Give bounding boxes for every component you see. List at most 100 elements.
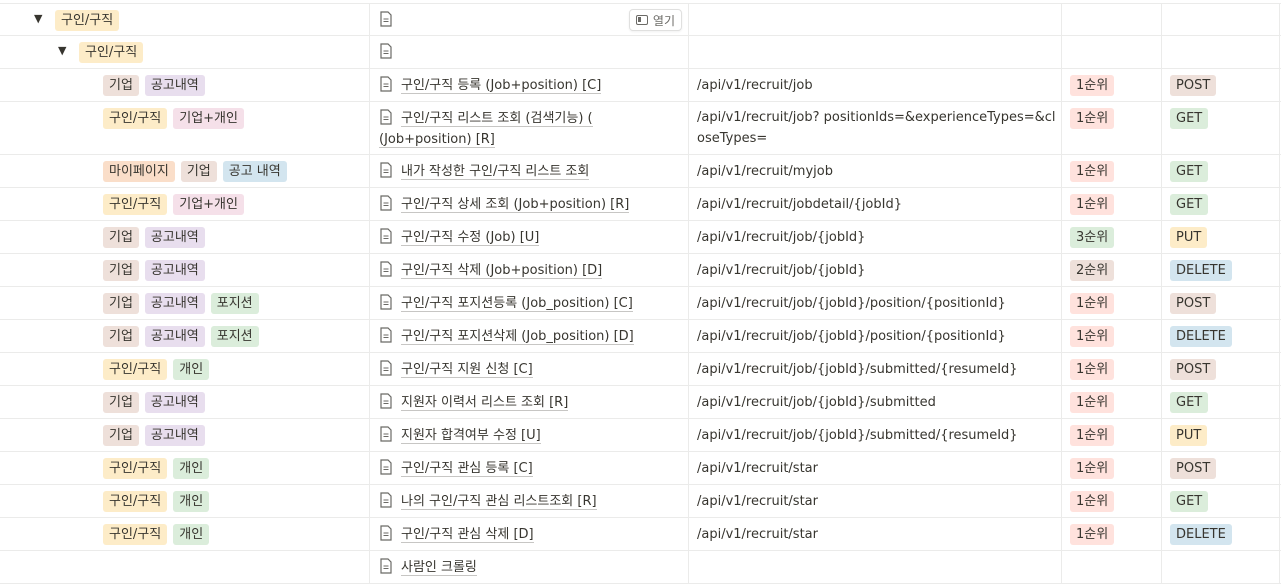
url-cell[interactable]: /api/v1/recruit/job/{jobId}/position/{po… (689, 320, 1062, 352)
page-title-link[interactable]: 구인/구직 등록 (Job+position) [C] (401, 75, 683, 96)
table-row[interactable]: 기업 공고내역 포지션 구인/구직 포지션삭제 (Job_position) [D] /… (0, 320, 1281, 353)
method-cell[interactable]: PUT (1162, 221, 1280, 253)
category-tag[interactable]: 포지션 (210, 293, 259, 314)
table-row[interactable]: 사람인 크롤링 (0, 551, 1281, 584)
group-row-sub[interactable]: ▼ 구인/구직 (0, 36, 1281, 69)
method-badge[interactable]: DELETE (1170, 524, 1232, 545)
table-row[interactable]: 기업 공고내역 지원자 이력서 리스트 조회 [R] /api/v1/recruit/… (0, 386, 1281, 419)
category-tag[interactable]: 공고내역 (144, 293, 205, 314)
toggle-down-icon[interactable]: ▼ (34, 12, 42, 25)
tags-cell[interactable]: 구인/구직 개인 (0, 518, 370, 550)
table-row[interactable]: 구인/구직 개인 나의 구인/구직 관심 리스트조회 [R] /api/v1/recr… (0, 485, 1281, 518)
method-cell[interactable]: POST (1162, 452, 1280, 484)
tags-cell[interactable]: 구인/구직 개인 (0, 353, 370, 385)
table-row[interactable]: 기업 공고내역 지원자 합격여부 수정 [U] /api/v1/recruit/job… (0, 419, 1281, 452)
method-cell[interactable]: DELETE (1162, 320, 1280, 352)
table-row[interactable]: 구인/구직 개인 구인/구직 관심 삭제 [D] /api/v1/recruit/st… (0, 518, 1281, 551)
url-cell[interactable]: /api/v1/recruit/job/{jobId} (689, 254, 1062, 286)
title-cell[interactable]: 구인/구직 관심 등록 [C] (370, 452, 689, 484)
category-tag[interactable]: 기업 (180, 161, 217, 182)
title-cell[interactable]: 구인/구직 포지션삭제 (Job_position) [D] (370, 320, 689, 352)
tags-cell[interactable]: 구인/구직 기업+개인 (0, 188, 370, 220)
tags-cell[interactable]: 기업 공고내역 (0, 221, 370, 253)
page-title-link[interactable]: 지원자 합격여부 수정 [U] (401, 425, 683, 446)
category-tag[interactable]: 기업 (103, 293, 139, 314)
method-badge[interactable]: DELETE (1170, 260, 1232, 281)
url-cell[interactable]: /api/v1/recruit/job/{jobId}/submitted/{r… (689, 353, 1062, 385)
page-title-link[interactable]: 구인/구직 관심 삭제 [D] (401, 524, 683, 545)
url-cell[interactable]: /api/v1/recruit/star (689, 485, 1062, 517)
priority-cell[interactable]: 1순위 (1062, 452, 1162, 484)
method-cell[interactable] (1162, 36, 1280, 68)
method-badge[interactable]: POST (1170, 75, 1217, 96)
category-tag[interactable]: 공고내역 (144, 227, 205, 248)
table-row[interactable]: 구인/구직 기업+개인 구인/구직 상세 조회 (Job+position) [R]… (0, 188, 1281, 221)
category-tag[interactable]: 구인/구직 (103, 524, 168, 545)
category-tag[interactable]: 구인/구직 (103, 194, 168, 215)
tags-cell[interactable]: 마이페이지 기업 공고 내역 (0, 155, 370, 187)
method-badge[interactable]: GET (1170, 392, 1209, 413)
method-cell[interactable] (1162, 551, 1280, 583)
priority-badge[interactable]: 1순위 (1070, 194, 1115, 215)
url-cell[interactable] (689, 551, 1062, 583)
method-badge[interactable]: PUT (1170, 227, 1208, 248)
category-tag[interactable]: 공고내역 (144, 392, 205, 413)
url-cell[interactable]: /api/v1/recruit/job? positionIds=&experi… (689, 102, 1062, 154)
table-row[interactable]: 구인/구직 개인 구인/구직 관심 등록 [C] /api/v1/recruit/st… (0, 452, 1281, 485)
priority-badge[interactable]: 1순위 (1070, 293, 1115, 314)
page-title-link[interactable]: 구인/구직 포지션삭제 (Job_position) [D] (401, 326, 683, 347)
tags-cell[interactable]: 기업 공고내역 포지션 (0, 320, 370, 352)
method-badge[interactable]: DELETE (1170, 326, 1232, 347)
method-badge[interactable]: PUT (1170, 425, 1208, 446)
title-cell[interactable]: 구인/구직 리스트 조회 (검색기능) ( (Job+position) [R] (370, 102, 689, 154)
method-badge[interactable]: POST (1170, 293, 1217, 314)
url-cell[interactable] (689, 4, 1062, 35)
tags-cell[interactable]: 구인/구직 개인 (0, 452, 370, 484)
method-cell[interactable]: DELETE (1162, 518, 1280, 550)
page-title-link[interactable]: 구인/구직 삭제 (Job+position) [D] (401, 260, 683, 281)
priority-cell[interactable]: 3순위 (1062, 221, 1162, 253)
table-row[interactable]: 구인/구직 개인 구인/구직 지원 신청 [C] /api/v1/recruit/jo… (0, 353, 1281, 386)
priority-badge[interactable]: 1순위 (1070, 458, 1115, 479)
category-tag[interactable]: 구인/구직 (103, 458, 168, 479)
url-cell[interactable]: /api/v1/recruit/job (689, 69, 1062, 101)
category-tag[interactable]: 기업+개인 (173, 194, 244, 215)
url-cell[interactable]: /api/v1/recruit/myjob (689, 155, 1062, 187)
method-cell[interactable]: DELETE (1162, 254, 1280, 286)
method-cell[interactable]: GET (1162, 386, 1280, 418)
category-tag[interactable]: 구인/구직 (103, 359, 168, 380)
title-cell[interactable]: 구인/구직 상세 조회 (Job+position) [R] (370, 188, 689, 220)
title-cell[interactable]: 지원자 이력서 리스트 조회 [R] (370, 386, 689, 418)
category-tag[interactable]: 기업 (103, 392, 139, 413)
priority-cell[interactable] (1062, 4, 1162, 35)
category-tag[interactable]: 포지션 (210, 326, 259, 347)
tags-cell[interactable]: 구인/구직 기업+개인 (0, 102, 370, 154)
priority-cell[interactable]: 1순위 (1062, 69, 1162, 101)
category-tag[interactable]: 기업 (103, 260, 139, 281)
method-badge[interactable]: GET (1170, 161, 1209, 182)
title-cell[interactable]: 구인/구직 관심 삭제 [D] (370, 518, 689, 550)
method-badge[interactable]: GET (1170, 194, 1209, 215)
priority-badge[interactable]: 1순위 (1070, 491, 1115, 512)
category-tag[interactable]: 개인 (173, 359, 210, 380)
priority-cell[interactable]: 2순위 (1062, 254, 1162, 286)
priority-cell[interactable] (1062, 551, 1162, 583)
url-cell[interactable]: /api/v1/recruit/jobdetail/{jobId} (689, 188, 1062, 220)
category-tag[interactable]: 공고 내역 (222, 161, 287, 182)
method-cell[interactable]: GET (1162, 188, 1280, 220)
tags-cell[interactable]: 기업 공고내역 (0, 254, 370, 286)
priority-badge[interactable]: 3순위 (1070, 227, 1115, 248)
priority-badge[interactable]: 1순위 (1070, 108, 1115, 129)
title-cell[interactable]: 구인/구직 포지션등록 (Job_position) [C] (370, 287, 689, 319)
priority-cell[interactable]: 1순위 (1062, 353, 1162, 385)
category-tag[interactable]: 기업 (103, 75, 139, 96)
category-tag[interactable]: 개인 (173, 524, 210, 545)
category-tag[interactable]: 구인/구직 (103, 108, 168, 129)
priority-badge[interactable]: 2순위 (1070, 260, 1115, 281)
priority-badge[interactable]: 1순위 (1070, 392, 1115, 413)
priority-badge[interactable]: 1순위 (1070, 75, 1115, 96)
table-row[interactable]: 기업 공고내역 포지션 구인/구직 포지션등록 (Job_position) [C] /… (0, 287, 1281, 320)
group-row-top[interactable]: ▼ 구인/구직 열기 (0, 3, 1281, 36)
page-title-link[interactable]: 구인/구직 수정 (Job) [U] (401, 227, 683, 248)
group-label[interactable]: 구인/구직 (79, 42, 144, 63)
